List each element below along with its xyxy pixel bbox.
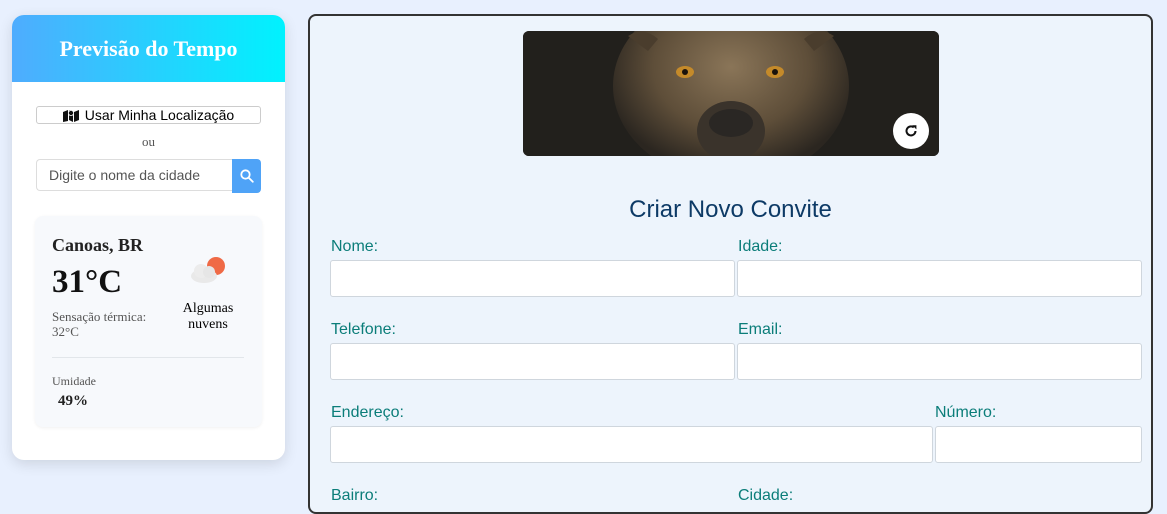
address-label: Endereço:: [331, 404, 404, 421]
city-label: Cidade:: [738, 487, 794, 504]
temperature: 31°C: [52, 264, 123, 300]
form-title: Criar Novo Convite: [629, 196, 832, 223]
divider: [52, 357, 244, 358]
partly-cloudy-icon: [191, 257, 225, 283]
phone-input[interactable]: [330, 343, 735, 380]
feels-like: Sensação térmica: 32°C: [52, 309, 147, 339]
address-input[interactable]: [330, 426, 933, 463]
map-icon: [62, 109, 79, 122]
phone-label: Telefone:: [331, 321, 396, 338]
use-location-button[interactable]: Usar Minha Localização: [36, 106, 261, 124]
weather-title: Previsão do Tempo: [59, 35, 238, 61]
invite-form-panel: Criar Novo Convite Nome: Idade: Telefone…: [308, 14, 1153, 514]
email-input[interactable]: [737, 343, 1142, 380]
name-label: Nome:: [331, 238, 379, 255]
weather-widget: Previsão do Tempo Usar Minha Localização…: [12, 15, 285, 460]
lioness-photo: [523, 31, 939, 156]
refresh-icon: [905, 125, 917, 137]
search-button[interactable]: [232, 159, 261, 193]
weather-condition: Algumas nuvens: [182, 301, 234, 332]
or-separator: ou: [142, 134, 155, 149]
number-label: Número:: [935, 404, 997, 421]
weather-header: Previsão do Tempo: [12, 15, 285, 82]
number-input[interactable]: [935, 426, 1142, 463]
humidity-label: Umidade: [52, 374, 96, 388]
neighborhood-label: Bairro:: [331, 487, 379, 504]
use-location-label: Usar Minha Localização: [84, 107, 235, 123]
city-name: Canoas, BR: [52, 235, 144, 255]
weather-result-card: Canoas, BR 31°C Sensação térmica: 32°C A…: [35, 216, 262, 427]
email-label: Email:: [738, 321, 783, 338]
banner-image: [523, 31, 939, 156]
refresh-image-button[interactable]: [893, 113, 929, 149]
age-label: Idade:: [738, 238, 783, 255]
humidity-value: 49%: [58, 393, 88, 409]
search-icon: [239, 169, 254, 183]
city-search-input[interactable]: [36, 159, 232, 191]
age-input[interactable]: [737, 260, 1142, 297]
name-input[interactable]: [330, 260, 735, 297]
